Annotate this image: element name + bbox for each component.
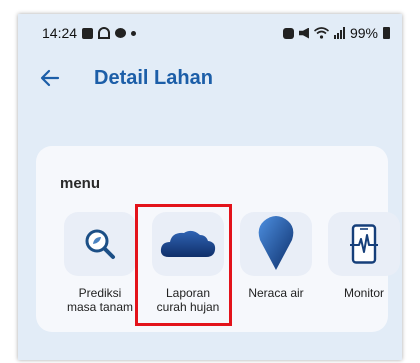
mute-icon [298,27,309,39]
water-drop-icon [258,216,294,270]
menu-item-icon-box [328,212,400,276]
menu-item-icon-box [64,212,136,276]
network-notification-icon [98,27,111,39]
battery-icon [383,27,390,39]
phone-pulse-icon [350,224,378,264]
phone-screen: 14:24 99% Detail Lahan menu Prediksi mas… [18,14,402,360]
highlight-box [135,204,232,326]
menu-item-monitor[interactable]: Monitor [324,209,402,319]
menu-item-label: Prediksi masa tanam [66,286,134,314]
app-bar: Detail Lahan [18,58,402,102]
more-notifications-icon [131,30,137,36]
menu-item-label: Monitor [343,286,384,300]
chat-notification-icon [115,28,127,38]
gallery-notification-icon [82,27,94,39]
magnifier-leaf-icon [85,229,115,259]
menu-item-neraca-air[interactable]: Neraca air [236,209,316,319]
page-title: Detail Lahan [94,67,213,89]
wifi-icon [313,27,329,39]
status-time: 14:24 [42,25,78,41]
menu-item-label: Neraca air [248,286,304,300]
menu-title: menu [60,175,101,192]
menu-item-prediksi-masa-tanam[interactable]: Prediksi masa tanam [60,209,140,319]
signal-icon [333,27,345,39]
alarm-icon [282,27,294,39]
menu-item-icon-box [240,212,312,276]
back-arrow-icon[interactable] [38,66,62,90]
battery-percent: 99% [349,25,378,41]
status-bar: 14:24 99% [18,14,402,50]
